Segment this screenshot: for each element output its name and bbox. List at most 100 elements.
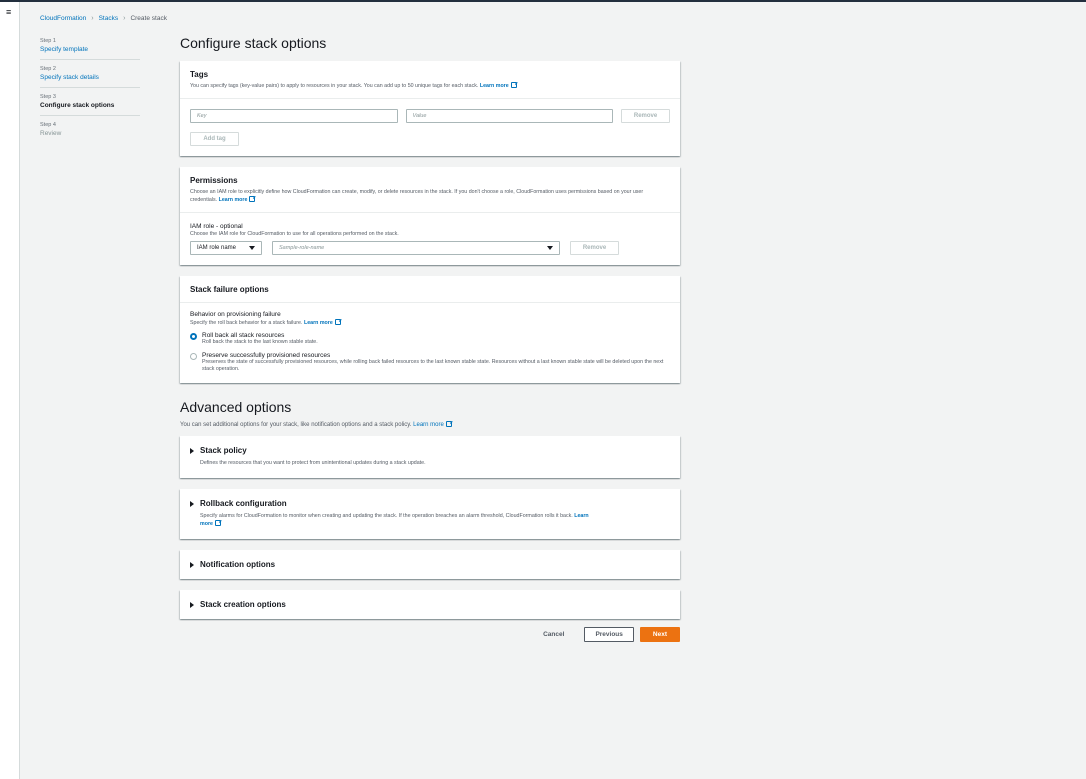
advanced-learn-more-link[interactable]: Learn more [413, 421, 452, 428]
permissions-header: Permissions Choose an IAM role to explic… [180, 167, 680, 213]
tag-remove-button[interactable]: Remove [621, 109, 670, 123]
stack-failure-header: Stack failure options [180, 276, 680, 303]
external-link-icon [249, 196, 256, 202]
radio-title: Preserve successfully provisioned resour… [202, 352, 331, 359]
external-link-icon [214, 520, 221, 526]
tag-key-input[interactable]: Key [190, 109, 398, 123]
notification-options-section[interactable]: Notification options [180, 550, 680, 579]
tags-learn-more-link[interactable]: Learn more [479, 82, 517, 89]
notification-options-toggle[interactable]: Notification options [190, 560, 670, 569]
tags-desc-text: You can specify tags (key-value pairs) t… [190, 83, 479, 89]
tags-panel: Tags You can specify tags (key-value pai… [180, 61, 680, 156]
learn-more-label: Learn more [413, 422, 444, 428]
iam-role-type-value: IAM role name [197, 245, 237, 251]
stack-policy-section[interactable]: Stack policy Defines the resources that … [180, 436, 680, 478]
breadcrumb-stacks[interactable]: Stacks [99, 15, 119, 22]
advanced-desc-text: You can set additional options for your … [180, 422, 412, 428]
stack-creation-options-title: Stack creation options [200, 600, 286, 609]
advanced-options-title: Advanced options [180, 399, 292, 415]
step-1: Step 1 Specify template [40, 38, 140, 60]
radio-description: Roll back the stack to the last known st… [202, 339, 318, 345]
tags-body: Key Value Remove Add tag [180, 99, 680, 156]
breadcrumb-cloudformation[interactable]: CloudFormation [40, 15, 86, 22]
radio-roll-back-all[interactable]: Roll back all stack resources Roll back … [190, 332, 670, 346]
permissions-learn-more-link[interactable]: Learn more [218, 196, 256, 203]
step-number: Step 3 [40, 94, 56, 100]
failure-behavior-label: Behavior on provisioning failure [190, 311, 281, 318]
permissions-title: Permissions [190, 176, 238, 185]
breadcrumb: CloudFormation › Stacks › Create stack [40, 15, 167, 22]
failure-behavior-description: Specify the roll back behavior for a sta… [190, 319, 670, 326]
stack-policy-title: Stack policy [200, 446, 247, 455]
permissions-panel: Permissions Choose an IAM role to explic… [180, 167, 680, 265]
radio-preserve-resources[interactable]: Preserve successfully provisioned resour… [190, 352, 670, 373]
learn-more-label: Learn more [218, 197, 248, 203]
navigation-rail: ≡ [0, 2, 20, 779]
rollback-configuration-toggle[interactable]: Rollback configuration [190, 499, 670, 508]
caret-right-icon [190, 447, 194, 454]
step-review: Review [40, 130, 62, 137]
radio-description: Preserves the state of successfully prov… [202, 359, 664, 372]
external-link-icon [445, 421, 452, 427]
learn-more-label: Learn [574, 513, 589, 519]
cancel-button[interactable]: Cancel [529, 631, 578, 638]
learn-more-label-2: more [200, 521, 213, 527]
tag-value-input[interactable]: Value [405, 109, 614, 123]
wizard-footer: Cancel Previous Next [180, 627, 680, 642]
rollback-configuration-description: Specify alarms for CloudFormation to mon… [200, 512, 670, 528]
tags-title: Tags [190, 70, 209, 79]
radio-button-checked[interactable] [190, 333, 197, 340]
notification-options-title: Notification options [200, 560, 276, 569]
page-title: Configure stack options [180, 35, 327, 51]
stack-failure-body: Behavior on provisioning failure Specify… [180, 303, 680, 383]
iam-role-remove-button[interactable]: Remove [570, 241, 619, 255]
next-button[interactable]: Next [639, 627, 680, 642]
step-2: Step 2 Specify stack details [40, 66, 140, 88]
step-3: Step 3 Configure stack options [40, 94, 140, 116]
radio-button[interactable] [190, 353, 197, 360]
add-tag-button[interactable]: Add tag [190, 132, 239, 146]
tags-header: Tags You can specify tags (key-value pai… [180, 61, 680, 99]
top-bar [0, 0, 1086, 2]
external-link-icon [334, 319, 341, 325]
external-link-icon [510, 82, 517, 88]
stack-creation-options-toggle[interactable]: Stack creation options [190, 600, 670, 609]
caret-right-icon [190, 500, 194, 507]
permissions-desc-text: Choose an IAM role to explicitly define … [190, 189, 644, 203]
step-4: Step 4 Review [40, 122, 140, 143]
chevron-right-icon: › [91, 15, 94, 22]
tags-description: You can specify tags (key-value pairs) t… [190, 82, 670, 90]
breadcrumb-current: Create stack [130, 15, 167, 22]
stack-policy-toggle[interactable]: Stack policy [190, 446, 670, 455]
step-link-specify-details[interactable]: Specify stack details [40, 74, 140, 81]
failure-learn-more-link[interactable]: Learn more [303, 319, 341, 326]
caret-right-icon [190, 601, 194, 608]
wizard-steps: Step 1 Specify template Step 2 Specify s… [40, 38, 140, 149]
rollback-configuration-title: Rollback configuration [200, 499, 287, 508]
previous-button[interactable]: Previous [584, 627, 634, 642]
failure-desc-text: Specify the roll back behavior for a sta… [190, 320, 303, 326]
iam-role-label: IAM role - optional [190, 223, 243, 230]
step-current-configure-options: Configure stack options [40, 102, 115, 109]
caret-right-icon [190, 561, 194, 568]
main-content: Configure stack options Tags You can spe… [180, 35, 680, 642]
stack-policy-description: Defines the resources that you want to p… [200, 460, 426, 466]
iam-role-description: Choose the IAM role for CloudFormation t… [190, 231, 399, 237]
step-number: Step 2 [40, 66, 56, 72]
iam-role-type-select[interactable]: IAM role name [190, 241, 262, 255]
stack-creation-options-section[interactable]: Stack creation options [180, 590, 680, 619]
permissions-description: Choose an IAM role to explicitly define … [190, 188, 670, 204]
iam-role-placeholder: Sample-role-name [279, 245, 325, 251]
rollback-configuration-section[interactable]: Rollback configuration Specify alarms fo… [180, 489, 680, 539]
radio-title: Roll back all stack resources [202, 332, 285, 339]
learn-more-label: Learn more [479, 83, 509, 89]
step-number: Step 1 [40, 38, 56, 44]
step-link-specify-template[interactable]: Specify template [40, 46, 140, 53]
learn-more-label: Learn more [303, 320, 333, 326]
advanced-options-description: You can set additional options for your … [180, 421, 680, 428]
chevron-right-icon: › [123, 15, 126, 22]
hamburger-icon[interactable]: ≡ [6, 8, 13, 17]
iam-role-name-select[interactable]: Sample-role-name [272, 241, 560, 255]
caret-down-icon [547, 246, 553, 250]
stack-failure-panel: Stack failure options Behavior on provis… [180, 276, 680, 383]
